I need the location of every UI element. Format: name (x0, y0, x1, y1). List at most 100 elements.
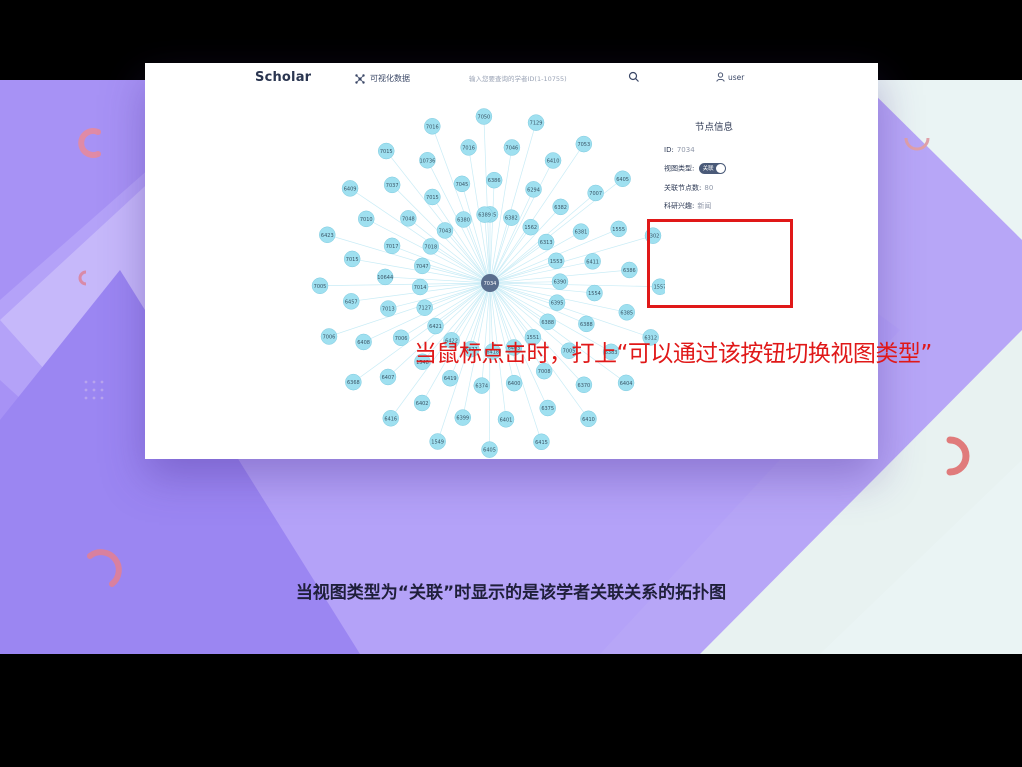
nav-visualize-link[interactable]: 可视化数据 (355, 73, 410, 84)
graph-node[interactable]: 6423 (319, 226, 336, 244)
graph-node[interactable]: 7016 (460, 139, 477, 156)
graph-node[interactable]: 6382 (503, 209, 520, 226)
graph-node[interactable]: 7050 (475, 108, 493, 125)
graph-node[interactable]: 6416 (382, 410, 400, 427)
graph-node-label: 7050 (478, 115, 491, 121)
graph-node[interactable]: 7006 (392, 329, 410, 347)
graph-node[interactable]: 7017 (383, 237, 401, 255)
graph-node[interactable]: 6410 (544, 152, 562, 169)
graph-edge (328, 282, 491, 337)
graph-node[interactable]: 10644 (376, 268, 394, 286)
graph-node[interactable]: 6375 (539, 399, 556, 417)
graph-node[interactable]: 6374 (473, 377, 491, 394)
graph-node[interactable]: 7048 (400, 210, 417, 227)
graph-edge (489, 282, 660, 288)
graph-node[interactable]: 7129 (527, 114, 545, 131)
graph-node-label: 7129 (530, 121, 543, 127)
graph-node[interactable]: 1555 (610, 220, 627, 238)
graph-node[interactable]: 6410 (580, 410, 597, 428)
graph-node[interactable]: 7006 (320, 328, 338, 345)
graph-node-label: 7127 (418, 306, 431, 312)
graph-node[interactable]: 6368 (345, 373, 362, 391)
graph-node[interactable]: 7046 (503, 139, 521, 156)
graph-node[interactable]: 7016 (424, 118, 441, 135)
graph-node[interactable]: 7010 (358, 210, 375, 228)
graph-node[interactable]: 1554 (586, 284, 603, 302)
graph-node[interactable]: 6401 (497, 411, 515, 428)
graph-node[interactable]: 6389 (476, 206, 493, 223)
graph-node[interactable]: 6395 (548, 294, 566, 311)
graph-node[interactable]: 6370 (575, 376, 593, 394)
graph-node[interactable]: 6313 (537, 233, 555, 251)
graph-node[interactable]: 6380 (455, 211, 472, 228)
graph-node[interactable]: 1562 (522, 218, 539, 236)
graph-node[interactable]: 10736 (419, 152, 436, 169)
graph-node[interactable]: 6405 (481, 441, 498, 458)
graph-node[interactable]: 7037 (383, 176, 401, 194)
related-count-value: 80 (704, 184, 714, 192)
view-type-toggle[interactable]: 关联 (698, 163, 726, 174)
graph-node[interactable]: 7005 (311, 277, 329, 295)
graph-node[interactable]: 6405 (614, 170, 631, 188)
graph-node[interactable]: 7053 (575, 135, 593, 153)
graph-node[interactable]: 7015 (424, 188, 441, 206)
graph-node[interactable]: 6419 (441, 369, 459, 387)
graph-node[interactable]: 7047 (413, 257, 431, 275)
graph-node-label: 6409 (344, 186, 357, 192)
graph-node-label: 6421 (429, 324, 442, 330)
graph-node-label: 7037 (386, 183, 399, 189)
graph-edge (489, 143, 585, 284)
user-menu[interactable]: user (716, 72, 744, 82)
graph-node[interactable]: 6390 (551, 273, 569, 290)
graph-node[interactable]: 1553 (547, 252, 565, 270)
graph-node-label: 7018 (424, 244, 437, 250)
graph-edge (388, 282, 491, 309)
graph-node[interactable]: 6388 (578, 315, 595, 333)
graph-node[interactable]: 7013 (380, 300, 397, 317)
graph-node[interactable]: 7045 (453, 175, 471, 193)
graph-node[interactable]: 6385 (618, 304, 636, 321)
graph-node-label: 6402 (416, 401, 429, 407)
graph-node-label: 6395 (551, 301, 564, 307)
search-input[interactable]: 输入您要查询的学者ID(1-10755) (469, 73, 567, 83)
graph-edge (489, 217, 512, 284)
graph-node-label: 6410 (547, 159, 560, 165)
graph-node[interactable]: 6421 (427, 317, 444, 335)
graph-node[interactable]: 6294 (525, 181, 542, 198)
graph-node[interactable]: 6399 (454, 409, 472, 426)
graph-node[interactable]: 6382 (552, 198, 569, 216)
graph-node-label: 6390 (554, 280, 567, 286)
graph-node[interactable]: 7015 (377, 142, 395, 160)
brand-logo[interactable]: Scholar (255, 70, 311, 85)
graph-node-label: 6401 (500, 417, 513, 423)
graph-node[interactable]: 6386 (485, 171, 503, 189)
graph-node[interactable]: 6400 (505, 374, 523, 392)
graph-node[interactable]: 6404 (617, 374, 635, 392)
graph-node[interactable]: 6381 (572, 223, 590, 240)
graph-node[interactable]: 6411 (584, 253, 601, 270)
graph-node-label: 7046 (506, 145, 519, 151)
graph-node[interactable]: 6388 (539, 313, 556, 331)
graph-node[interactable]: 6409 (341, 180, 359, 197)
graph-node[interactable]: 7015 (343, 250, 361, 268)
graph-node[interactable]: 7127 (416, 299, 433, 316)
toggle-knob (715, 164, 725, 173)
graph-node-label: 1554 (588, 291, 601, 297)
graph-node[interactable]: 6407 (379, 368, 397, 386)
graph-node-label: 6399 (456, 416, 469, 422)
graph-center-node[interactable]: 7034 (481, 274, 499, 292)
graph-node[interactable]: 1549 (429, 433, 446, 450)
graph-node[interactable]: 6402 (413, 394, 431, 412)
search-icon[interactable] (628, 71, 640, 83)
graph-node[interactable]: 6415 (533, 433, 550, 451)
graph-node[interactable]: 6386 (621, 261, 638, 279)
graph-node[interactable]: 6408 (355, 333, 372, 351)
graph-node[interactable]: 7007 (587, 184, 604, 202)
graph-node[interactable]: 7014 (411, 278, 429, 296)
graph-node-label: 6382 (554, 205, 567, 211)
graph-node-label: 6386 (623, 268, 636, 274)
graph-node[interactable]: 7043 (436, 222, 454, 239)
graph-node[interactable]: 7018 (422, 238, 440, 255)
graph-node[interactable]: 6457 (343, 293, 360, 310)
topology-graph[interactable]: 6385629470076302638263821555155715626381… (145, 95, 665, 459)
